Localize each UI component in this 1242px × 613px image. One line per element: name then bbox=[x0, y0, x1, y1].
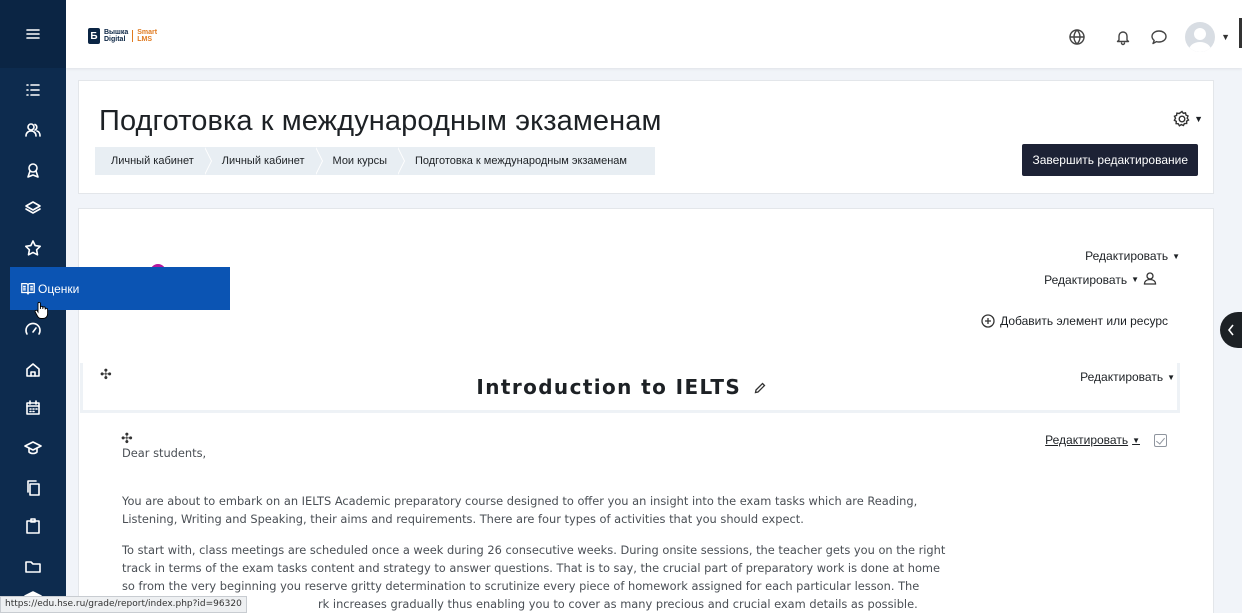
pencil-icon bbox=[754, 382, 766, 394]
flyout-label: Оценки bbox=[38, 281, 80, 296]
sidebar-item-badges[interactable] bbox=[0, 150, 66, 190]
star-icon bbox=[25, 240, 41, 256]
chat-bubble-icon bbox=[1151, 30, 1167, 45]
section-title-row: Introduction to IELTS bbox=[0, 375, 1242, 399]
caret-down-icon: ▼ bbox=[1172, 251, 1180, 261]
add-activity-label: Добавить элемент или ресурс bbox=[1000, 314, 1168, 328]
sidebar-item-participants[interactable] bbox=[0, 110, 66, 150]
calendar-icon bbox=[26, 400, 40, 415]
edit-label: Редактировать bbox=[1080, 370, 1164, 384]
site-logo[interactable]: Б Вышка Digital Smart LMS bbox=[88, 28, 157, 44]
messages-button[interactable] bbox=[1147, 25, 1171, 49]
hand-cursor-icon bbox=[34, 301, 48, 319]
hse-logo-mark: Б bbox=[88, 28, 100, 44]
plus-circle-icon bbox=[981, 314, 995, 328]
copy-icon bbox=[27, 480, 40, 496]
breadcrumb-item[interactable]: Мои курсы bbox=[317, 147, 406, 175]
sidebar-item-competencies[interactable] bbox=[0, 188, 66, 228]
announcement-edit-menu[interactable]: Редактировать ▼ bbox=[1044, 271, 1157, 288]
paragraph-line: rk increases gradually thus enabling you… bbox=[318, 597, 918, 611]
breadcrumb-item[interactable]: Личный кабинет bbox=[206, 147, 323, 175]
hamburger-icon bbox=[26, 29, 40, 39]
folder-icon bbox=[25, 561, 41, 573]
completion-checkbox[interactable] bbox=[1154, 434, 1167, 447]
gear-caret-icon: ▼ bbox=[1194, 114, 1203, 124]
sidebar-item-list[interactable] bbox=[0, 70, 66, 110]
sidebar-item-dashboard[interactable] bbox=[0, 310, 66, 350]
assign-roles-button[interactable] bbox=[1139, 271, 1157, 288]
caret-down-icon: ▼ bbox=[1131, 275, 1139, 284]
bell-icon bbox=[1116, 31, 1130, 46]
notifications-button[interactable] bbox=[1111, 25, 1135, 49]
section-title-edit-menu[interactable]: Редактировать ▼ bbox=[1080, 370, 1175, 384]
breadcrumb-item[interactable]: Подготовка к международным экзаменам bbox=[399, 147, 639, 175]
logo-smart1: Smart bbox=[137, 29, 158, 36]
greeting-text: Dear students, bbox=[122, 446, 207, 460]
language-button[interactable] bbox=[1065, 25, 1089, 49]
sidebar-item-favourites[interactable] bbox=[0, 228, 66, 268]
gauge-icon bbox=[25, 322, 41, 335]
menu-toggle-button[interactable] bbox=[0, 0, 66, 68]
clipboard-icon bbox=[26, 518, 40, 534]
block-drawer-toggle[interactable] bbox=[1220, 312, 1242, 348]
user-menu-caret-icon[interactable]: ▼ bbox=[1221, 32, 1230, 42]
edit-label: Редактировать bbox=[1085, 249, 1169, 263]
page-title: Подготовка к международным экзаменам bbox=[99, 105, 662, 137]
sidebar-item-home[interactable] bbox=[0, 350, 66, 390]
logo-text-block: Вышка Digital bbox=[104, 29, 128, 43]
breadcrumb-item[interactable]: Личный кабинет bbox=[95, 147, 212, 175]
users-icon bbox=[25, 123, 41, 137]
logo-smart-block: Smart LMS bbox=[137, 29, 157, 43]
finish-editing-button[interactable]: Завершить редактирование bbox=[1022, 144, 1198, 176]
paragraph-line: so from the very beginning you reserve g… bbox=[122, 579, 920, 593]
breadcrumb: Личный кабинет Личный кабинет Мои курсы … bbox=[95, 147, 655, 175]
sidebar-item-files[interactable] bbox=[0, 468, 66, 508]
section-edit-menu[interactable]: Редактировать ▼ bbox=[1085, 249, 1180, 263]
sidebar-item-calendar[interactable] bbox=[0, 388, 66, 428]
caret-down-icon: ▼ bbox=[1132, 435, 1140, 445]
award-icon bbox=[27, 163, 39, 178]
paragraph-line: Listening, Writing and Speaking, their a… bbox=[122, 512, 804, 526]
sidebar-item-clipboard[interactable] bbox=[0, 506, 66, 546]
section-title: Introduction to IELTS bbox=[476, 375, 742, 399]
course-settings-menu[interactable]: ▼ bbox=[1172, 109, 1203, 129]
list-icon bbox=[26, 84, 40, 96]
caret-down-icon: ▼ bbox=[1167, 372, 1175, 382]
layers-icon bbox=[25, 201, 41, 214]
logo-line1: Вышка bbox=[104, 29, 129, 36]
user-avatar[interactable] bbox=[1185, 22, 1216, 52]
logo-divider bbox=[132, 30, 134, 42]
browser-status-url: https://edu.hse.ru/grade/report/index.ph… bbox=[0, 596, 247, 613]
header-actions: ▼ bbox=[1051, 22, 1242, 52]
user-icon bbox=[1143, 272, 1157, 285]
add-activity-button[interactable]: Добавить элемент или ресурс bbox=[981, 314, 1168, 328]
paragraph-line: You are about to embark on an IELTS Acad… bbox=[122, 494, 918, 508]
home-icon bbox=[26, 363, 40, 377]
logo-smart2: LMS bbox=[137, 36, 153, 43]
edit-label: Редактировать bbox=[1044, 272, 1128, 287]
paragraph-line: To start with, class meetings are schedu… bbox=[122, 543, 946, 557]
page-header: Подготовка к международным экзаменам ▼ Л… bbox=[78, 80, 1214, 194]
edit-section-title-button[interactable] bbox=[750, 375, 766, 399]
chevron-left-icon bbox=[1227, 324, 1234, 336]
logo-line2: Digital bbox=[104, 36, 126, 43]
top-navbar: Б Вышка Digital Smart LMS ▼ bbox=[66, 0, 1242, 68]
label-edit-menu[interactable]: Редактировать ▼ bbox=[1045, 433, 1140, 447]
paragraph-line: track in terms of the exam tasks content… bbox=[122, 561, 941, 575]
edit-label: Редактировать bbox=[1045, 433, 1129, 447]
gear-icon bbox=[1173, 110, 1190, 127]
sidebar-item-courses[interactable] bbox=[0, 428, 66, 468]
book-open-icon bbox=[21, 282, 35, 294]
globe-icon bbox=[1069, 29, 1085, 45]
graduation-cap-icon bbox=[24, 441, 42, 455]
